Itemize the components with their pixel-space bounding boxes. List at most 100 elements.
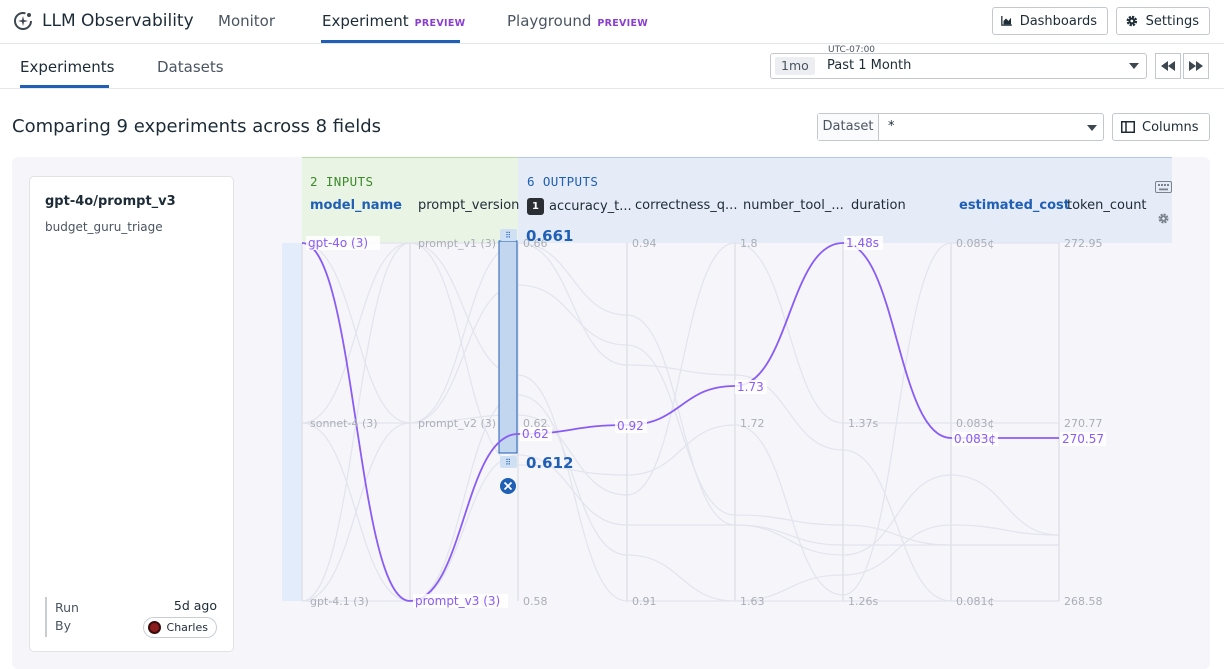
chevron-down-icon bbox=[1129, 63, 1139, 69]
column-header-model-name[interactable]: model_name bbox=[310, 198, 402, 213]
experiment-line-2 bbox=[301, 284, 1059, 546]
tick-label-token_count-2: 268.58 bbox=[1064, 595, 1103, 608]
experiment-line-6 bbox=[301, 394, 1060, 602]
parallel-coordinates-svg[interactable]: ⠿ ⠿ gpt-4o (3) sonnet-4 (3) gpt-4.1 (3) pro… bbox=[280, 225, 1180, 615]
tick-label-prompt_version-0: prompt_v1 (3) bbox=[418, 237, 496, 250]
column-header-prompt-version[interactable]: prompt_version bbox=[418, 198, 519, 213]
time-forward-button[interactable] bbox=[1183, 53, 1209, 79]
gear-icon[interactable] bbox=[1157, 212, 1170, 225]
time-range-chip: 1mo bbox=[775, 57, 815, 75]
tick-label-duration-1: 1.37s bbox=[848, 417, 878, 430]
time-range-select[interactable]: 1mo Past 1 Month bbox=[770, 53, 1147, 79]
tick-label-number_tool-2: 1.63 bbox=[740, 595, 765, 608]
run-time: 5d ago bbox=[173, 598, 217, 613]
experiment-name: gpt-4o/prompt_v3 bbox=[45, 194, 176, 209]
parallel-coordinates-plot[interactable]: ⠿ ⠿ gpt-4o (3) sonnet-4 (3) gpt-4.1 (3) pro… bbox=[280, 225, 1180, 615]
fast-forward-icon bbox=[1189, 61, 1203, 71]
svg-text:⠿: ⠿ bbox=[505, 231, 511, 240]
column-header-correctness[interactable]: correctness_q... bbox=[635, 198, 737, 213]
column-header-duration[interactable]: duration bbox=[851, 198, 906, 213]
nav-monitor-label: Monitor bbox=[218, 12, 276, 30]
brush-handle-bottom[interactable]: ⠿ bbox=[500, 456, 517, 468]
time-back-button[interactable] bbox=[1155, 53, 1181, 79]
svg-text:⠿: ⠿ bbox=[505, 458, 511, 467]
outputs-group-label: 6 OUTPUTS bbox=[527, 174, 599, 189]
tab-datasets[interactable]: Datasets bbox=[157, 58, 224, 76]
experiment-dataset: budget_guru_triage bbox=[45, 220, 163, 234]
experiment-line-8 bbox=[302, 454, 1059, 602]
active-tab-indicator bbox=[321, 40, 460, 43]
active-subtab-indicator bbox=[20, 85, 109, 88]
brush-upper-value: 0.661 bbox=[526, 227, 573, 245]
selected-value-correctness: 0.92 bbox=[617, 419, 644, 433]
dashboards-label: Dashboards bbox=[1019, 13, 1097, 29]
column-header-token-count[interactable]: token_count bbox=[1067, 198, 1147, 213]
inputs-group-label: 2 INPUTS bbox=[310, 174, 374, 189]
page-title: Comparing 9 experiments across 8 fields bbox=[12, 116, 381, 137]
nav-playground[interactable]: Playground PREVIEW bbox=[507, 12, 648, 30]
dataset-filter-value: * bbox=[888, 119, 895, 134]
settings-button[interactable]: Settings bbox=[1116, 7, 1210, 35]
tick-label-correctness-1: 0.91 bbox=[632, 595, 657, 608]
accuracy-brush[interactable] bbox=[498, 240, 518, 454]
avatar bbox=[147, 621, 161, 634]
tab-experiments[interactable]: Experiments bbox=[20, 58, 114, 76]
nav-monitor[interactable]: Monitor bbox=[218, 12, 275, 30]
tick-label-token_count-1: 270.77 bbox=[1064, 417, 1103, 430]
brand[interactable]: LLM Observability bbox=[12, 10, 194, 32]
sub-nav: Experiments Datasets UTC-07:00 1mo Past … bbox=[0, 44, 1224, 89]
columns-icon bbox=[1121, 121, 1135, 133]
llm-observability-icon bbox=[14, 12, 32, 30]
column-header-estimated-cost[interactable]: estimated_cost bbox=[959, 198, 1070, 213]
column-header-number-tool[interactable]: number_tool_... bbox=[743, 198, 844, 213]
rewind-icon bbox=[1161, 61, 1175, 71]
divider bbox=[45, 597, 47, 637]
selected-value-token_count: 270.57 bbox=[1062, 432, 1104, 446]
selected-value-number_tool: 1.73 bbox=[737, 380, 764, 394]
selected-value-duration: 1.48s bbox=[846, 236, 879, 250]
selected-value-prompt_version: prompt_v3 (3) bbox=[415, 594, 500, 608]
selected-value-accuracy: 0.62 bbox=[522, 427, 549, 441]
tick-label-estimated_cost-1: 0.083¢ bbox=[956, 417, 995, 430]
dashboards-button[interactable]: Dashboards bbox=[992, 7, 1108, 35]
column-header-accuracy-label: accuracy_t... bbox=[549, 199, 632, 214]
tick-label-model_name-2: gpt-4.1 (3) bbox=[310, 595, 369, 608]
user-chip[interactable]: Charles bbox=[142, 617, 217, 638]
tick-label-number_tool-0: 1.8 bbox=[740, 237, 758, 250]
columns-button[interactable]: Columns bbox=[1112, 113, 1210, 141]
top-nav: LLM Observability Monitor Experiment PREV… bbox=[0, 0, 1224, 44]
columns-label: Columns bbox=[1142, 119, 1199, 135]
settings-label: Settings bbox=[1145, 13, 1199, 29]
nav-playground-label: Playground bbox=[507, 12, 592, 30]
tick-labels: gpt-4o (3) sonnet-4 (3) gpt-4.1 (3) prompt_… bbox=[306, 236, 1106, 608]
tick-label-estimated_cost-0: 0.085¢ bbox=[956, 237, 995, 250]
preview-badge: PREVIEW bbox=[414, 18, 466, 29]
tick-label-correctness-0: 0.94 bbox=[632, 237, 657, 250]
tick-label-accuracy-2: 0.58 bbox=[523, 595, 548, 608]
experiment-card[interactable]: gpt-4o/prompt_v3 budget_guru_triage Run … bbox=[29, 176, 234, 652]
brush-lower-value: 0.612 bbox=[526, 454, 573, 472]
brush-handle-top[interactable]: ⠿ bbox=[500, 229, 517, 241]
preview-badge: PREVIEW bbox=[597, 18, 649, 29]
gear-icon bbox=[1126, 15, 1138, 27]
keyboard-icon[interactable] bbox=[1155, 181, 1172, 193]
time-range-label: Past 1 Month bbox=[827, 58, 912, 73]
user-name: Charles bbox=[166, 621, 208, 634]
tick-label-estimated_cost-2: 0.081¢ bbox=[956, 595, 995, 608]
chevron-down-icon bbox=[1087, 125, 1097, 131]
column-header-accuracy[interactable]: 1 accuracy_t... bbox=[527, 198, 632, 215]
tick-label-prompt_version-1: prompt_v2 (3) bbox=[418, 417, 496, 430]
nav-experiment-label: Experiment bbox=[322, 12, 409, 30]
rank-badge: 1 bbox=[527, 198, 544, 215]
tick-label-model_name-1: sonnet-4 (3) bbox=[310, 417, 378, 430]
background-lines bbox=[301, 242, 1060, 602]
nav-experiment[interactable]: Experiment PREVIEW bbox=[322, 12, 465, 30]
clear-brush-button[interactable] bbox=[500, 478, 516, 494]
tick-label-token_count-0: 272.95 bbox=[1064, 237, 1103, 250]
dataset-filter[interactable]: Dataset * bbox=[817, 113, 1104, 141]
app-title: LLM Observability bbox=[42, 11, 194, 31]
selected-value-model_name: gpt-4o (3) bbox=[308, 236, 368, 250]
by-label: By bbox=[55, 618, 71, 633]
dashboard-chart-icon bbox=[1001, 15, 1012, 26]
run-label: Run bbox=[55, 600, 79, 615]
